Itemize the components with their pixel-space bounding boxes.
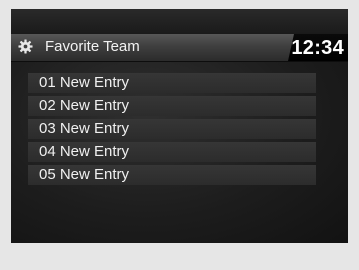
gear-icon: [18, 39, 33, 54]
list-item-label: 01 New Entry: [39, 74, 130, 91]
clock: 12:34: [291, 37, 344, 59]
list-item-label: 03 New Entry: [39, 120, 130, 137]
list-item-label: 05 New Entry: [39, 166, 130, 183]
list-item-label: 02 New Entry: [39, 97, 130, 114]
device-bezel: Favorite Team 12:34 01 New Entry 02 New …: [0, 0, 359, 270]
status-strip: [11, 9, 348, 34]
list-item-03[interactable]: 03 New Entry: [28, 119, 316, 139]
list-item-02[interactable]: 02 New Entry: [28, 96, 316, 116]
list-item-01[interactable]: 01 New Entry: [28, 73, 316, 93]
page-title: Favorite Team: [45, 38, 140, 55]
display-screen: Favorite Team 12:34 01 New Entry 02 New …: [11, 9, 348, 243]
list-item-label: 04 New Entry: [39, 143, 130, 160]
list-item-05[interactable]: 05 New Entry: [28, 165, 316, 185]
list-item-04[interactable]: 04 New Entry: [28, 142, 316, 162]
entry-list: 01 New Entry 02 New Entry 03 New Entry 0…: [28, 73, 316, 188]
